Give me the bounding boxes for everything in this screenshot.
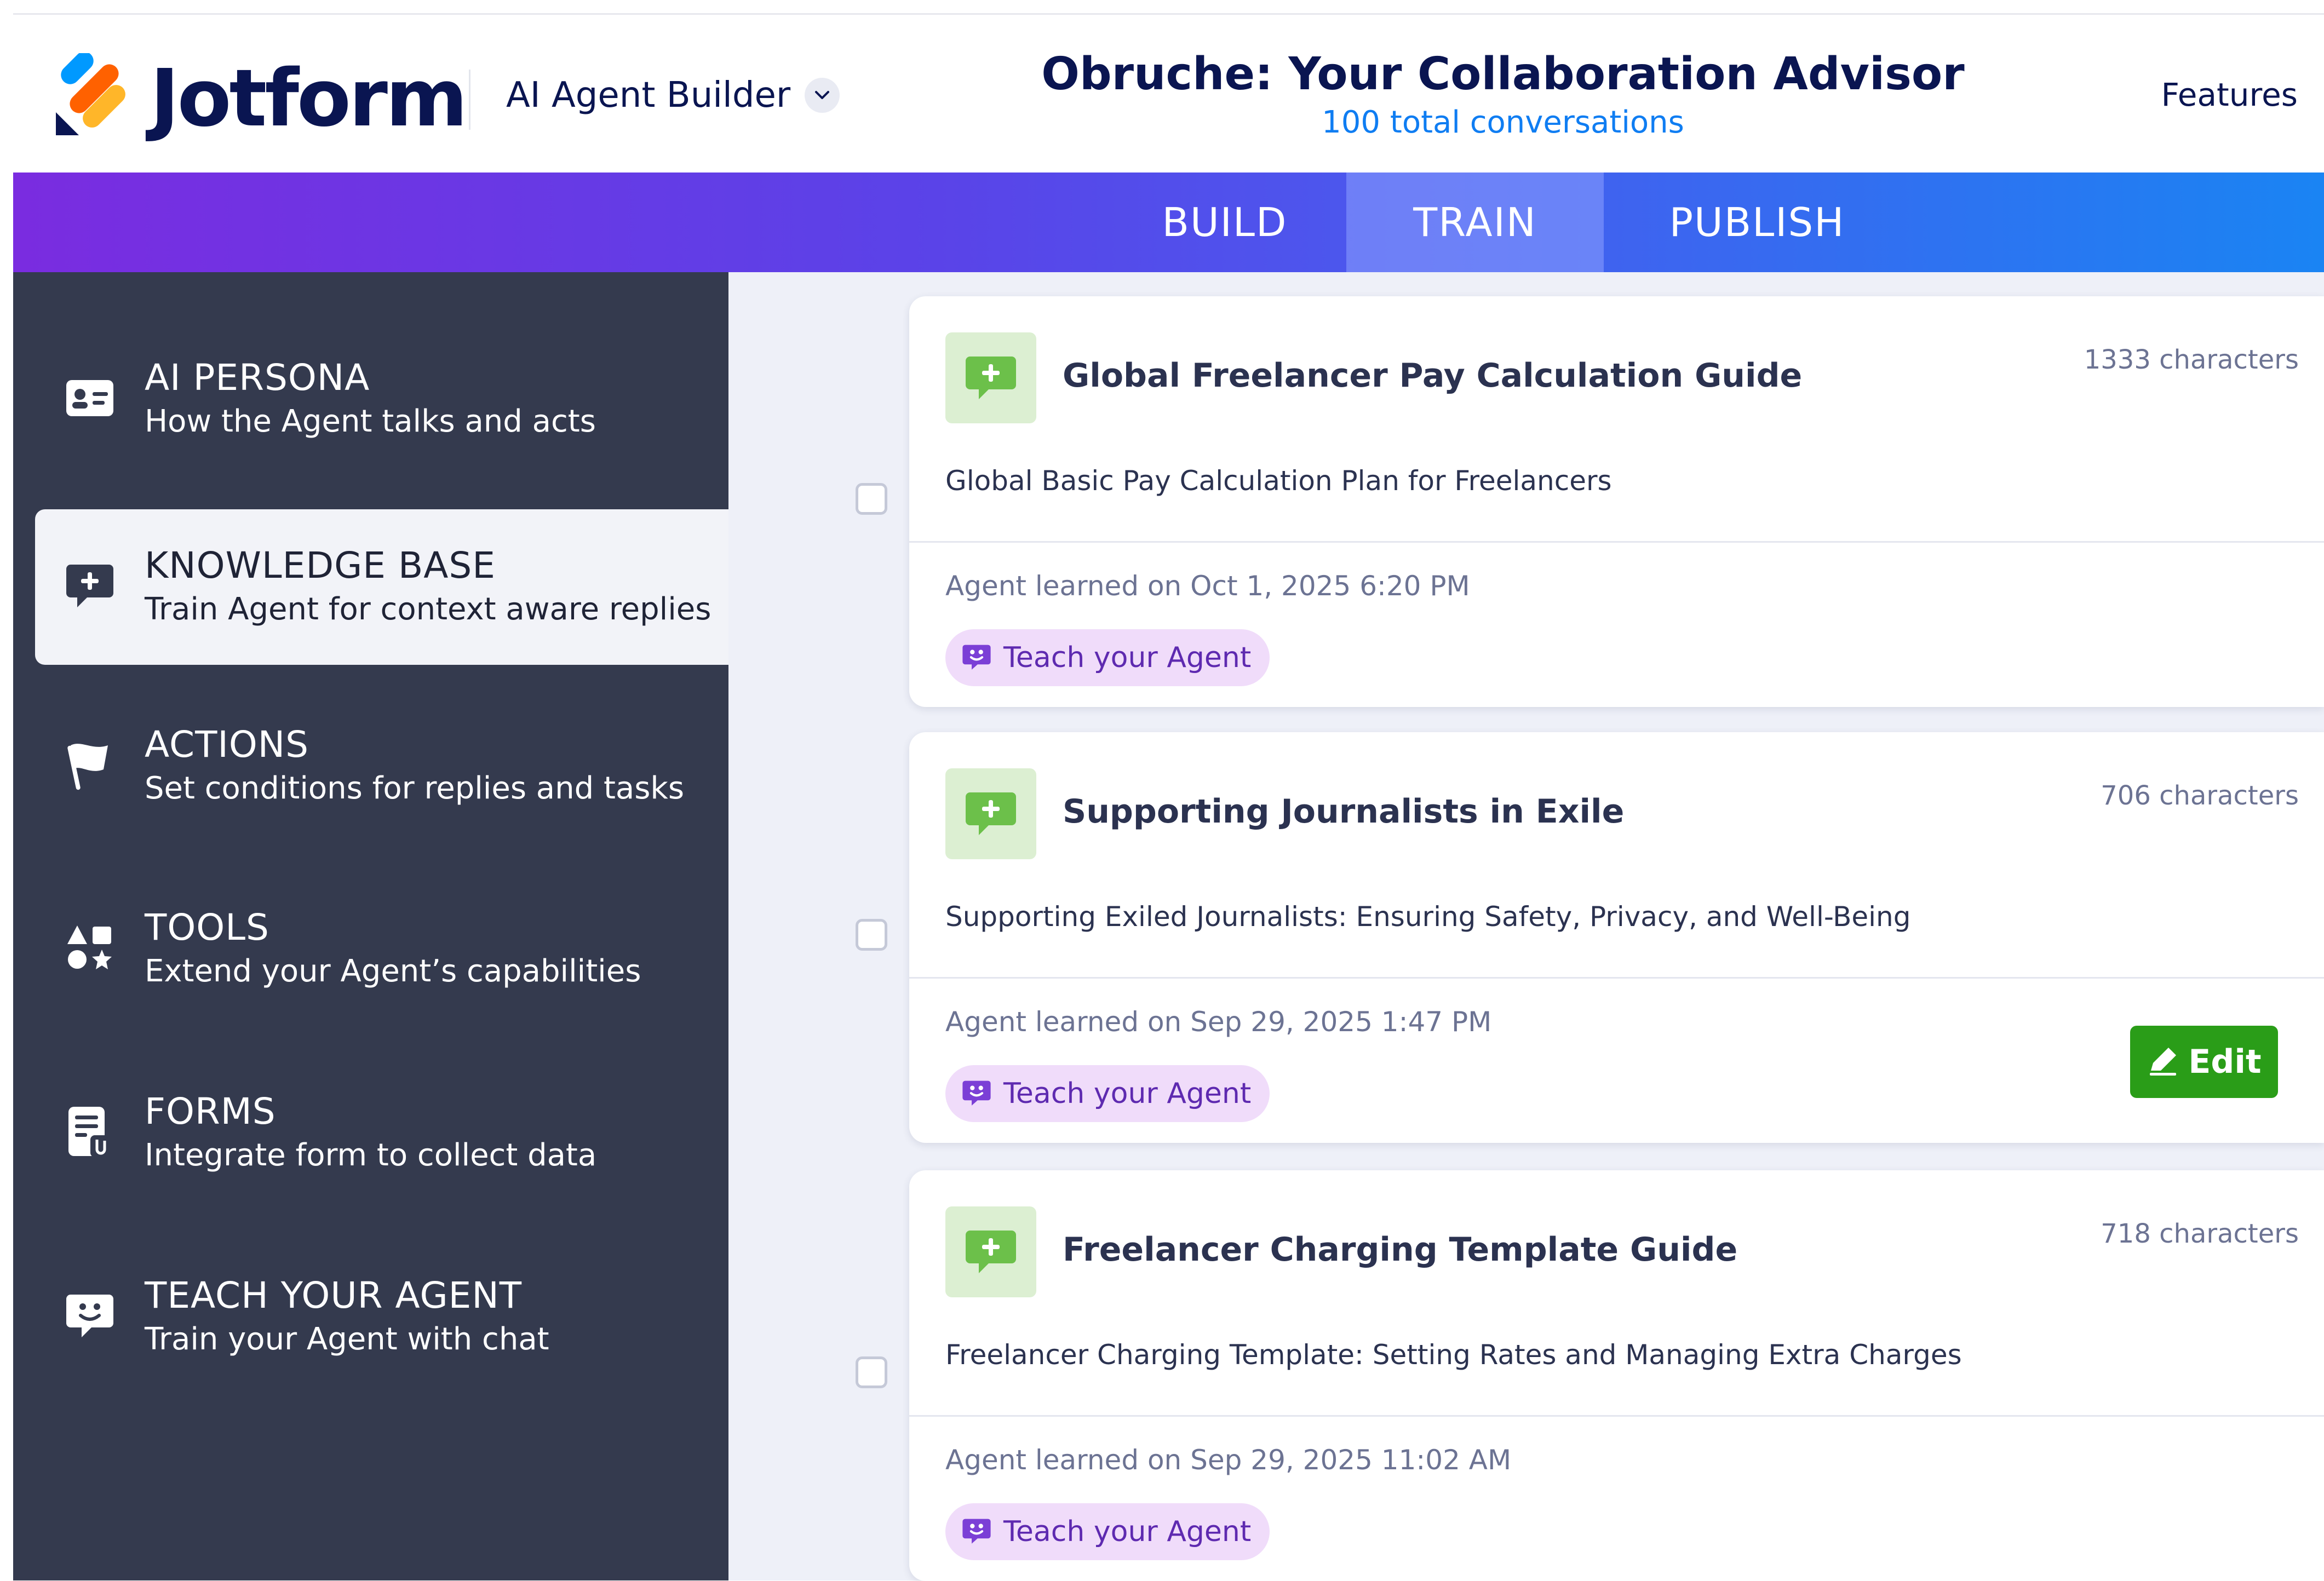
tab-publish[interactable]: PUBLISH [1604, 173, 1910, 272]
sidebar-item-subtitle: Train your Agent with chat [145, 1321, 549, 1357]
tab-train[interactable]: TRAIN [1346, 173, 1604, 272]
id-card-icon [62, 371, 117, 426]
knowledge-base-list: Global Freelancer Pay Calculation Guide … [728, 272, 2324, 1581]
teach-your-agent-button[interactable]: Teach your Agent [945, 1503, 1270, 1560]
sidebar-item-title: FORMS [145, 1090, 276, 1132]
knowledge-card[interactable]: Freelancer Charging Template Guide 718 c… [909, 1170, 2324, 1581]
teach-button-label: Teach your Agent [1003, 1077, 1252, 1110]
sidebar: AI PERSONA How the Agent talks and acts … [13, 272, 728, 1580]
card-description: Global Basic Pay Calculation Plan for Fr… [945, 465, 1612, 497]
select-checkbox[interactable] [856, 919, 887, 951]
card-title: Global Freelancer Pay Calculation Guide [1063, 357, 1803, 395]
card-divider [909, 1415, 2324, 1417]
teach-button-label: Teach your Agent [1003, 641, 1252, 674]
smile-chat-icon [962, 643, 991, 672]
flag-icon [62, 738, 117, 792]
teach-your-agent-button[interactable]: Teach your Agent [945, 1065, 1270, 1122]
sidebar-item-subtitle: Integrate form to collect data [145, 1137, 597, 1173]
character-count: 718 characters [2101, 1218, 2299, 1249]
chat-plus-icon [945, 332, 1036, 423]
features-link[interactable]: Features [2161, 76, 2298, 113]
tab-bar: BUILD TRAIN PUBLISH [13, 173, 2324, 272]
sidebar-item-subtitle: Extend your Agent’s capabilities [145, 953, 641, 989]
header-divider [469, 70, 470, 130]
shapes-icon [62, 921, 117, 975]
card-divider [909, 977, 2324, 979]
edit-button[interactable]: Edit [2130, 1026, 2278, 1098]
learned-timestamp: Agent learned on Oct 1, 2025 6:20 PM [945, 570, 1470, 602]
knowledge-card[interactable]: Supporting Journalists in Exile 706 char… [909, 732, 2324, 1143]
sidebar-item-forms[interactable]: FORMS Integrate form to collect data [35, 1055, 728, 1211]
smile-chat-icon [962, 1079, 991, 1108]
agent-title-block: Obruche: Your Collaboration Advisor 100 … [944, 48, 2062, 140]
sidebar-item-subtitle: Train Agent for context aware replies [145, 591, 711, 627]
teach-button-label: Teach your Agent [1003, 1515, 1252, 1548]
learned-timestamp: Agent learned on Sep 29, 2025 11:02 AM [945, 1444, 1512, 1476]
sidebar-item-actions[interactable]: ACTIONS Set conditions for replies and t… [35, 688, 728, 844]
select-checkbox[interactable] [856, 483, 887, 515]
sidebar-item-subtitle: Set conditions for replies and tasks [145, 771, 685, 806]
form-icon [62, 1105, 117, 1159]
agent-name: Obruche: Your Collaboration Advisor [1041, 48, 1965, 100]
conversation-count[interactable]: 100 total conversations [944, 105, 2062, 140]
sidebar-item-tools[interactable]: TOOLS Extend your Agent’s capabilities [35, 871, 728, 1027]
app-header: Jotform AI Agent Builder Obruche: Your C… [13, 15, 2324, 173]
edit-button-label: Edit [2188, 1043, 2262, 1081]
sidebar-item-title: AI PERSONA [145, 357, 370, 399]
sidebar-item-teach-your-agent[interactable]: TEACH YOUR AGENT Train your Agent with c… [35, 1239, 728, 1395]
character-count: 1333 characters [2084, 344, 2299, 375]
character-count: 706 characters [2101, 780, 2299, 811]
sidebar-item-title: KNOWLEDGE BASE [145, 544, 496, 587]
sidebar-item-title: TOOLS [145, 906, 269, 948]
chevron-down-icon[interactable] [805, 78, 840, 113]
pencil-icon [2147, 1044, 2179, 1079]
sidebar-item-title: TEACH YOUR AGENT [145, 1274, 523, 1316]
logo-wordmark[interactable]: Jotform [150, 59, 468, 137]
card-description: Freelancer Charging Template: Setting Ra… [945, 1339, 1962, 1371]
chat-plus-icon [945, 768, 1036, 859]
knowledge-card[interactable]: Global Freelancer Pay Calculation Guide … [909, 296, 2324, 707]
card-description: Supporting Exiled Journalists: Ensuring … [945, 901, 1911, 933]
chat-plus-icon [945, 1206, 1036, 1297]
chat-plus-icon [62, 559, 117, 613]
sidebar-item-subtitle: How the Agent talks and acts [145, 404, 596, 439]
teach-your-agent-button[interactable]: Teach your Agent [945, 629, 1270, 686]
smile-chat-icon [62, 1289, 117, 1343]
card-title: Supporting Journalists in Exile [1063, 792, 1625, 831]
builder-label: AI Agent Builder [506, 75, 791, 116]
sidebar-item-title: ACTIONS [145, 723, 309, 766]
smile-chat-icon [962, 1517, 991, 1546]
builder-dropdown[interactable]: AI Agent Builder [506, 75, 840, 116]
card-title: Freelancer Charging Template Guide [1063, 1231, 1738, 1269]
select-checkbox[interactable] [856, 1356, 887, 1388]
sidebar-item-ai-persona[interactable]: AI PERSONA How the Agent talks and acts [35, 321, 728, 477]
card-divider [909, 541, 2324, 543]
jotform-logo-icon[interactable] [53, 51, 129, 135]
learned-timestamp: Agent learned on Sep 29, 2025 1:47 PM [945, 1006, 1492, 1038]
sidebar-item-knowledge-base[interactable]: KNOWLEDGE BASE Train Agent for context a… [35, 509, 728, 665]
tab-build[interactable]: BUILD [1103, 173, 1346, 272]
